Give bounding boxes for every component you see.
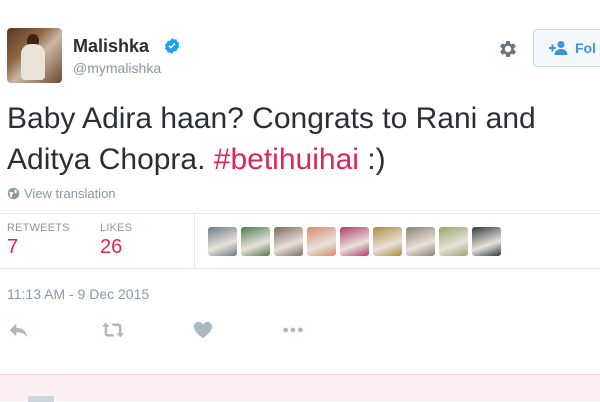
more-icon[interactable] bbox=[282, 320, 304, 340]
retweets-count: 7 bbox=[7, 236, 19, 258]
liker-avatar[interactable] bbox=[439, 227, 468, 256]
like-icon[interactable] bbox=[192, 320, 214, 340]
liker-avatar[interactable] bbox=[373, 227, 402, 256]
liker-avatar[interactable] bbox=[208, 227, 237, 256]
liker-avatar[interactable] bbox=[274, 227, 303, 256]
verified-badge-icon bbox=[164, 38, 180, 54]
profile-handle[interactable]: @mymalishka bbox=[73, 60, 161, 76]
view-translation-label: View translation bbox=[24, 186, 116, 201]
liker-avatar[interactable] bbox=[406, 227, 435, 256]
liker-avatar[interactable] bbox=[241, 227, 270, 256]
retweet-icon[interactable] bbox=[101, 320, 125, 340]
likers-avatars bbox=[208, 227, 501, 256]
likes-count: 26 bbox=[100, 236, 123, 258]
retweets-stat[interactable]: RETWEETS 7 bbox=[7, 222, 70, 259]
follow-button[interactable]: Fol bbox=[533, 29, 600, 67]
tweet-text: Baby Adira haan? Congrats to Rani and Ad… bbox=[7, 98, 597, 180]
gear-icon[interactable] bbox=[497, 38, 519, 60]
view-translation-link[interactable]: View translation bbox=[7, 186, 116, 201]
tweet-text-emoticon: :) bbox=[367, 143, 386, 176]
reply-avatar-placeholder bbox=[28, 396, 54, 402]
reply-icon[interactable] bbox=[8, 320, 30, 340]
retweets-label: RETWEETS bbox=[7, 222, 70, 234]
liker-avatar[interactable] bbox=[307, 227, 336, 256]
likes-stat[interactable]: LIKES 26 bbox=[100, 222, 132, 259]
profile-name[interactable]: Malishka bbox=[73, 36, 149, 57]
add-user-icon bbox=[549, 41, 568, 55]
tweet-timestamp[interactable]: 11:13 AM - 9 Dec 2015 bbox=[7, 286, 149, 302]
likes-label: LIKES bbox=[100, 222, 133, 234]
globe-icon bbox=[7, 187, 20, 200]
hashtag-link[interactable]: #betihuihai bbox=[214, 143, 359, 176]
divider-middle bbox=[0, 268, 600, 269]
stats-divider bbox=[194, 213, 195, 268]
liker-avatar[interactable] bbox=[340, 227, 369, 256]
profile-avatar[interactable] bbox=[7, 28, 62, 83]
avatar-figure bbox=[21, 44, 45, 80]
liker-avatar[interactable] bbox=[472, 227, 501, 256]
follow-button-label: Fol bbox=[575, 40, 596, 56]
divider-top bbox=[0, 213, 600, 214]
reply-box-area[interactable] bbox=[0, 374, 600, 401]
